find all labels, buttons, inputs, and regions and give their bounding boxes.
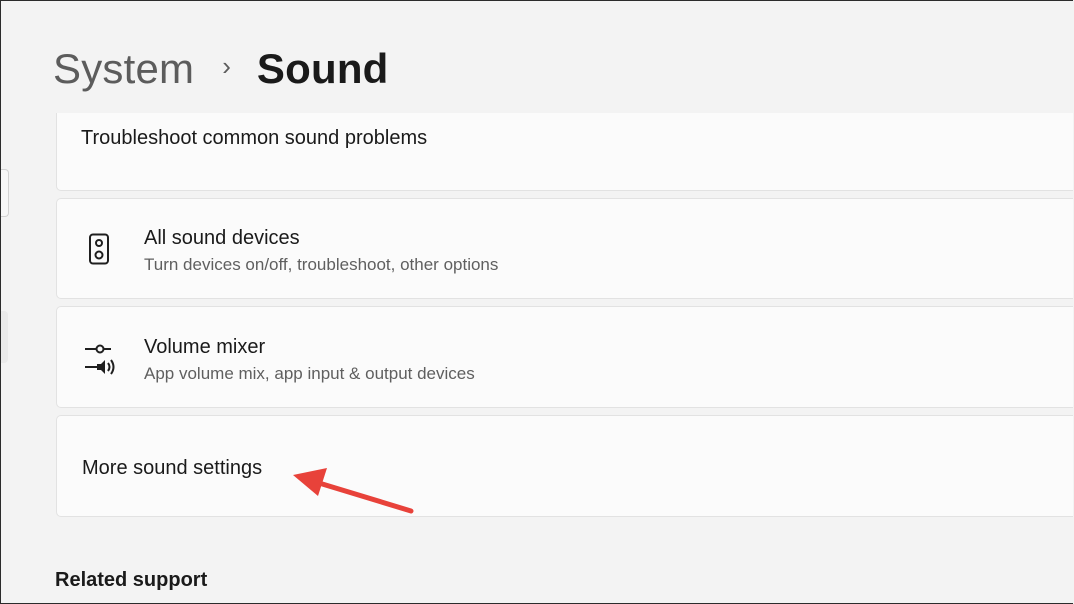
troubleshoot-title: Troubleshoot common sound problems xyxy=(81,127,428,149)
settings-window: System › Sound Troubleshoot common sound… xyxy=(0,0,1073,604)
more-sound-settings-card[interactable]: More sound settings xyxy=(56,415,1073,517)
breadcrumb: System › Sound xyxy=(53,41,389,97)
volume-mixer-title: Volume mixer xyxy=(144,336,266,358)
nav-pane-edge[interactable] xyxy=(1,169,9,217)
nav-pane-edge-selected[interactable] xyxy=(1,311,8,363)
all-sound-devices-title: All sound devices xyxy=(144,227,300,249)
all-sound-devices-card[interactable]: All sound devices Turn devices on/off, t… xyxy=(56,198,1073,299)
all-sound-devices-subtitle: Turn devices on/off, troubleshoot, other… xyxy=(144,255,499,274)
troubleshoot-card[interactable]: Troubleshoot common sound problems xyxy=(56,113,1073,191)
volume-mixer-icon xyxy=(83,343,117,380)
volume-mixer-card[interactable]: Volume mixer App volume mix, app input &… xyxy=(56,306,1073,408)
related-support-heading: Related support xyxy=(55,569,208,591)
chevron-right-icon: › xyxy=(222,50,231,81)
page-title: Sound xyxy=(256,45,389,92)
speaker-icon xyxy=(88,233,110,270)
more-sound-settings-title: More sound settings xyxy=(82,457,263,479)
breadcrumb-system-link[interactable]: System xyxy=(53,45,194,93)
volume-mixer-subtitle: App volume mix, app input & output devic… xyxy=(144,364,475,383)
